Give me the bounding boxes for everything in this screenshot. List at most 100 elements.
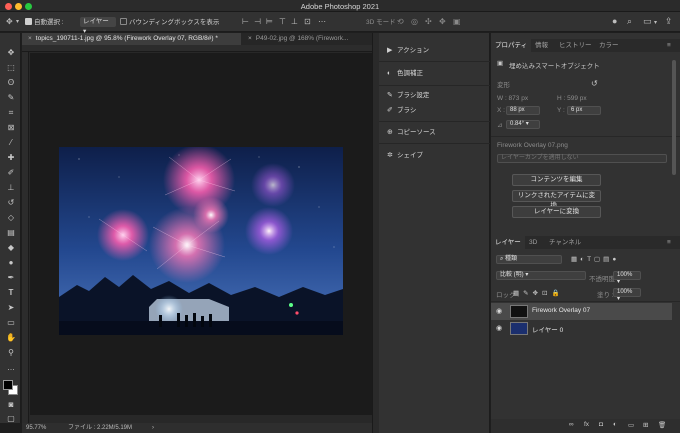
layer-row-firework[interactable]: ◉ Firework Overlay 07 [491, 303, 672, 320]
healing-tool-icon[interactable]: ✚ [5, 152, 17, 164]
hand-tool-icon[interactable]: ✋ [5, 332, 17, 344]
zoom-tool-icon[interactable]: ⚲ [5, 347, 17, 359]
panel-shapes[interactable]: ✲ シェイプ [387, 150, 423, 162]
opacity-field[interactable]: 100% ▾ [613, 271, 641, 285]
convert-to-linked-button[interactable]: リンクされたアイテムに変換... [512, 190, 601, 209]
type-tool-icon[interactable]: T [5, 287, 17, 299]
dodge-tool-icon[interactable]: ● [5, 257, 17, 269]
link-layers-icon[interactable]: ∞ [569, 421, 574, 428]
chevron-down-icon[interactable]: ▾ [654, 19, 657, 27]
align-left-icon[interactable]: ⊢ [242, 18, 249, 26]
user-icon[interactable]: ● [612, 17, 617, 26]
auto-select-target-select[interactable]: レイヤー ▾ [80, 17, 116, 35]
layer-row-layer0[interactable]: ◉ レイヤー 0 [491, 320, 672, 337]
align-center-icon[interactable]: ⊣ [254, 18, 261, 26]
brush-tool-icon[interactable]: ✐ [5, 167, 17, 179]
blend-mode-select[interactable]: 比較 (明) ▾ [496, 271, 586, 280]
frame-tool-icon[interactable]: ⊠ [5, 122, 17, 134]
panel-brush-settings[interactable]: ✎ ブラシ設定 [387, 90, 429, 102]
3d-scale-icon[interactable]: ▣ [453, 18, 461, 26]
panel-clone-source[interactable]: ⊕ コピーソース [387, 127, 436, 139]
quick-mask-icon[interactable]: ◙ [5, 399, 17, 411]
tab-history[interactable]: ヒストリー [555, 39, 596, 52]
panel-actions[interactable]: ▶ アクション [387, 45, 429, 57]
align-middle-icon[interactable]: ⊥ [291, 18, 298, 26]
tab-info[interactable]: 情報 [531, 39, 552, 52]
panel-menu-icon[interactable]: ≡ [667, 39, 671, 52]
new-group-icon[interactable]: ▭ [628, 421, 634, 429]
show-transform-checkbox[interactable]: バウンディングボックスを表示 [120, 17, 219, 28]
move-icon[interactable]: ✥ [6, 18, 13, 26]
stamp-tool-icon[interactable]: ⊥ [5, 182, 17, 194]
tab-document-2[interactable]: × P49-02.jpg @ 168% (Firework... [242, 33, 372, 45]
marquee-tool-icon[interactable]: ⬚ [5, 62, 17, 74]
tab-3d[interactable]: 3D [525, 236, 541, 249]
close-tab-icon[interactable]: × [28, 35, 32, 42]
auto-select-checkbox[interactable]: 自動選択 : [25, 17, 64, 28]
layer-filter-select[interactable]: ⌕ 種類 [496, 255, 562, 264]
zoom-level[interactable]: 95.77% [26, 423, 46, 433]
reset-transform-icon[interactable]: ↺ [591, 79, 598, 88]
quick-select-tool-icon[interactable]: ✎ [5, 92, 17, 104]
chevron-down-icon[interactable]: ▾ [16, 18, 19, 26]
y-position-field[interactable]: 6 px [567, 106, 601, 115]
eyedropper-tool-icon[interactable]: ⁄ [5, 137, 17, 149]
trash-icon[interactable]: 🗑 [658, 421, 666, 429]
layer-comp-select[interactable]: レイヤーカンプを適用しない [497, 154, 667, 163]
panel-adjustments[interactable]: ◐ 色調補正 [387, 68, 423, 80]
panel-brushes[interactable]: ✐ ブラシ [387, 105, 416, 117]
foreground-color-swatch[interactable] [3, 380, 13, 390]
3d-pan-icon[interactable]: ✣ [425, 18, 432, 26]
rectangle-tool-icon[interactable]: ▭ [5, 317, 17, 329]
angle-field[interactable]: 0.84° ▾ [506, 120, 540, 129]
properties-scrollbar[interactable] [672, 60, 676, 175]
tab-layers[interactable]: レイヤー [491, 236, 525, 249]
eraser-tool-icon[interactable]: ◇ [5, 212, 17, 224]
screen-mode-icon[interactable]: ▢ [5, 413, 17, 425]
panel-menu-icon[interactable]: ≡ [667, 236, 671, 249]
tab-properties[interactable]: プロパティ [491, 39, 532, 52]
3d-orbit-icon[interactable]: ⟲ [397, 18, 404, 26]
search-icon[interactable]: ⌕ [627, 17, 632, 26]
align-top-icon[interactable]: ⊤ [279, 18, 286, 26]
fx-icon[interactable]: fx [584, 421, 589, 428]
lasso-tool-icon[interactable]: ʘ [5, 77, 17, 89]
share-icon[interactable]: ⇪ [665, 17, 673, 26]
3d-slide-icon[interactable]: ✥ [439, 18, 446, 26]
visibility-eye-icon[interactable]: ◉ [496, 324, 502, 332]
edit-contents-button[interactable]: コンテンツを編集 [512, 174, 601, 186]
align-right-icon[interactable]: ⊨ [266, 18, 273, 26]
add-mask-icon[interactable]: ◘ [599, 421, 603, 428]
move-tool-icon[interactable]: ✥ [5, 47, 17, 59]
ruler-horizontal[interactable] [22, 45, 372, 52]
ruler-vertical[interactable] [22, 52, 29, 423]
visibility-eye-icon[interactable]: ◉ [496, 307, 502, 315]
layer-name[interactable]: レイヤー 0 [532, 324, 563, 334]
gradient-tool-icon[interactable]: ▤ [5, 227, 17, 239]
tab-color[interactable]: カラー [595, 39, 623, 52]
canvas-area[interactable] [22, 45, 372, 423]
x-position-field[interactable]: 88 px [506, 106, 540, 115]
convert-to-layers-button[interactable]: レイヤーに変換 [512, 206, 601, 218]
align-bottom-icon[interactable]: ⊡ [304, 18, 311, 26]
adjustment-layer-icon[interactable]: ◐ [613, 421, 617, 428]
new-layer-icon[interactable]: ⊞ [643, 421, 648, 429]
3d-roll-icon[interactable]: ◎ [411, 18, 418, 26]
lock-icons[interactable]: ▦✎✥⊡🔒 [513, 289, 564, 297]
layer-name[interactable]: Firework Overlay 07 [532, 307, 590, 314]
chevron-right-icon[interactable]: › [152, 423, 154, 433]
fireworks-photo[interactable] [59, 147, 343, 335]
tab-channels[interactable]: チャンネル [545, 236, 585, 249]
more-tools-icon[interactable]: … [5, 362, 17, 374]
fill-field[interactable]: 100% ▾ [613, 288, 641, 302]
blur-tool-icon[interactable]: ◆ [5, 242, 17, 254]
tab-document-1[interactable]: × topics_190711-1.jpg @ 95.8% (Firework O… [22, 33, 241, 45]
layer-filter-icons[interactable]: ▦◐T▢▤● [571, 255, 619, 263]
path-select-tool-icon[interactable]: ➤ [5, 302, 17, 314]
crop-tool-icon[interactable]: ⌗ [5, 107, 17, 119]
workspace-icon[interactable]: ▭ [643, 17, 652, 26]
distribute-icon[interactable]: ⋯ [318, 18, 326, 26]
pen-tool-icon[interactable]: ✒ [5, 272, 17, 284]
close-tab-icon[interactable]: × [248, 35, 252, 42]
history-brush-tool-icon[interactable]: ↺ [5, 197, 17, 209]
